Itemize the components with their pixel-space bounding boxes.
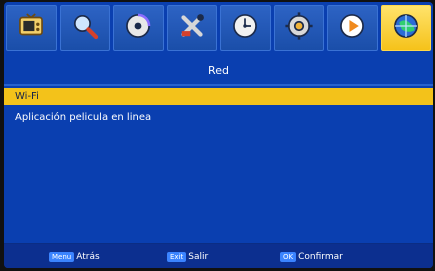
tab-player[interactable] xyxy=(327,5,378,51)
footer-exit-label: Salir xyxy=(188,252,209,262)
footer-confirm-label: Confirmar xyxy=(298,252,343,262)
gear-icon xyxy=(282,9,316,47)
footer-back-label: Atrás xyxy=(76,252,100,262)
clock-icon xyxy=(228,9,262,47)
menu-key-badge: Menu xyxy=(49,252,75,262)
disc-icon xyxy=(121,9,155,47)
footer-exit: Exit Salir xyxy=(167,251,208,263)
tv-icon xyxy=(14,9,48,47)
tv-screen: Red Wi-Fi Aplicación pelicula en linea M… xyxy=(0,0,435,271)
footer-bar: Menu Atrás Exit Salir OK Confirmar xyxy=(4,243,433,268)
tab-time[interactable] xyxy=(220,5,271,51)
tab-tools[interactable] xyxy=(166,5,217,51)
header-divider xyxy=(4,84,433,86)
ok-key-badge: OK xyxy=(280,252,297,262)
globe-icon xyxy=(389,9,423,47)
footer-confirm: OK Confirmar xyxy=(280,251,343,263)
tab-settings[interactable] xyxy=(273,5,324,51)
footer-back: Menu Atrás xyxy=(49,251,100,263)
tab-search[interactable] xyxy=(59,5,110,51)
top-menu-tabs xyxy=(6,5,431,52)
magnifier-icon xyxy=(68,9,102,47)
page-title: Red xyxy=(208,64,229,77)
tab-network[interactable] xyxy=(380,5,431,51)
network-menu-list: Wi-Fi Aplicación pelicula en linea xyxy=(4,88,433,126)
tab-tv[interactable] xyxy=(6,5,57,51)
exit-key-badge: Exit xyxy=(167,252,187,262)
play-icon xyxy=(335,9,369,47)
menu-item-wifi[interactable]: Wi-Fi xyxy=(4,88,433,105)
tools-icon xyxy=(175,9,209,47)
menu-item-online-movies[interactable]: Aplicación pelicula en linea xyxy=(4,109,433,126)
tab-media[interactable] xyxy=(113,5,164,51)
osd-frame: Red Wi-Fi Aplicación pelicula en linea M… xyxy=(4,2,433,268)
